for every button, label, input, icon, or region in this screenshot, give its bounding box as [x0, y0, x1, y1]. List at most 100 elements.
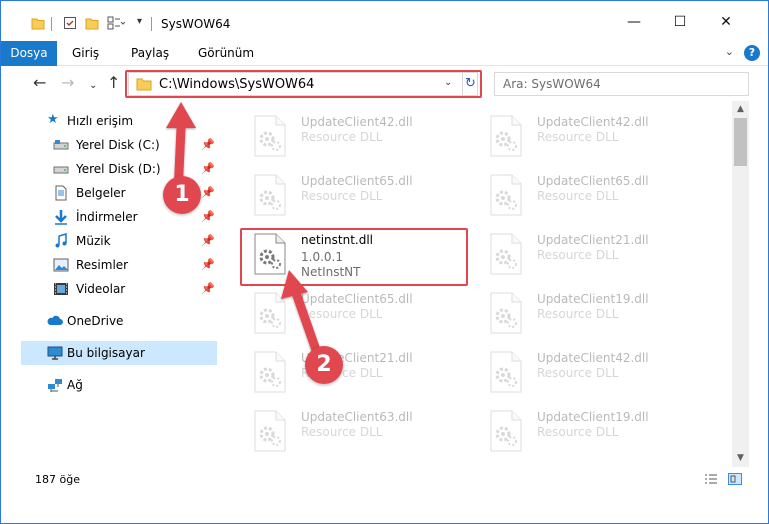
pin-icon[interactable]: 📌	[201, 138, 215, 151]
help-icon[interactable]: ?	[744, 45, 760, 61]
pin-icon[interactable]: 📌	[201, 258, 215, 271]
address-highlight	[125, 70, 482, 98]
expand-ribbon-icon[interactable]: ⌄	[725, 45, 734, 58]
nav-item-quick-access[interactable]: ★ Hızlı erişim	[21, 109, 217, 133]
tab-home[interactable]: Giriş	[72, 41, 99, 66]
pin-icon[interactable]: 📌	[201, 210, 215, 223]
nav-label: Resimler	[76, 258, 129, 272]
file-name: UpdateClient19.dll	[537, 292, 649, 306]
up-button[interactable]: ↑	[107, 75, 120, 91]
properties-icon[interactable]	[63, 16, 77, 30]
file-item[interactable]: UpdateClient19.dll Resource DLL	[475, 286, 705, 344]
nav-label: Ağ	[67, 378, 83, 392]
recent-locations-icon[interactable]: ⌄	[89, 78, 97, 94]
dll-file-icon	[254, 410, 286, 452]
file-name: UpdateClient65.dll	[301, 174, 413, 188]
separator	[151, 17, 152, 31]
scroll-down-icon[interactable]: ▼	[732, 450, 749, 467]
dll-file-icon	[490, 410, 522, 452]
window-title: SysWOW64	[161, 17, 231, 31]
file-description: Resource DLL	[537, 425, 619, 439]
file-item[interactable]: UpdateClient65.dll Resource DLL	[475, 168, 705, 226]
pin-icon[interactable]: 📌	[201, 162, 215, 175]
dll-file-icon	[490, 351, 522, 393]
selected-file-highlight	[240, 228, 468, 286]
nav-item-videos[interactable]: Videolar 📌	[21, 277, 217, 301]
nav-label: İndirmeler	[76, 210, 138, 224]
dll-file-icon	[254, 174, 286, 216]
file-description: Resource DLL	[301, 130, 383, 144]
nav-label: Belgeler	[76, 186, 126, 200]
forward-button[interactable]: →	[61, 75, 74, 91]
nav-label: Yerel Disk (D:)	[76, 162, 161, 176]
file-item[interactable]: UpdateClient19.dll Resource DLL	[475, 404, 705, 462]
file-item[interactable]: UpdateClient65.dll Resource DLL	[239, 168, 469, 226]
folder-icon	[31, 18, 45, 30]
file-name: UpdateClient42.dll	[537, 115, 649, 129]
pin-icon[interactable]: 📌	[201, 282, 215, 295]
explorer-window: ▾ SysWOW64 — ☐ ✕ Dosya Giriş Paylaş Görü…	[0, 0, 769, 524]
close-button[interactable]: ✕	[711, 13, 741, 33]
vertical-scrollbar[interactable]: ▲ ▼	[732, 101, 749, 467]
dll-file-icon	[490, 292, 522, 334]
file-name: UpdateClient65.dll	[301, 292, 413, 306]
nav-item-local-disk-c[interactable]: Yerel Disk (C:) 📌	[21, 133, 217, 157]
file-description: Resource DLL	[537, 130, 619, 144]
title-bar: ▾ SysWOW64 — ☐ ✕	[1, 1, 768, 41]
file-name: UpdateClient42.dll	[537, 351, 649, 365]
documents-icon	[55, 185, 67, 201]
pin-icon[interactable]: 📌	[201, 186, 215, 199]
tab-view[interactable]: Görünüm	[198, 41, 254, 66]
file-item[interactable]: UpdateClient63.dll Resource DLL	[239, 404, 469, 462]
file-item[interactable]: UpdateClient42.dll Resource DLL	[239, 109, 469, 167]
cloud-icon	[47, 315, 63, 325]
view-options-icon[interactable]	[107, 16, 125, 30]
scroll-thumb[interactable]	[734, 118, 747, 166]
nav-item-network[interactable]: Ağ	[21, 373, 217, 397]
pin-icon[interactable]: 📌	[201, 234, 215, 247]
item-count: 187 öğe	[35, 473, 80, 486]
search-input[interactable]: Ara: SysWOW64	[494, 72, 749, 96]
file-description: Resource DLL	[301, 189, 383, 203]
tab-share[interactable]: Paylaş	[131, 41, 169, 66]
file-item[interactable]: UpdateClient42.dll Resource DLL	[475, 109, 705, 167]
customize-toolbar-chevron-icon[interactable]: ▾	[137, 16, 142, 27]
dll-file-icon	[254, 351, 286, 393]
file-description: Resource DLL	[537, 248, 619, 262]
status-bar: 187 öğe	[1, 468, 768, 492]
file-item[interactable]: UpdateClient21.dll Resource DLL	[475, 227, 705, 285]
pictures-icon	[53, 258, 69, 272]
videos-icon	[54, 283, 68, 295]
file-name: UpdateClient63.dll	[301, 410, 413, 424]
file-description: Resource DLL	[537, 366, 619, 380]
tiles-view-icon[interactable]	[728, 473, 742, 485]
navigation-pane: ★ Hızlı erişim Yerel Disk (C:) 📌 Yerel D…	[21, 105, 217, 465]
dll-file-icon	[254, 115, 286, 157]
nav-label: Videolar	[76, 282, 126, 296]
nav-item-pictures[interactable]: Resimler 📌	[21, 253, 217, 277]
details-view-icon[interactable]	[704, 473, 718, 485]
maximize-button[interactable]: ☐	[665, 13, 695, 33]
nav-item-this-pc[interactable]: Bu bilgisayar	[21, 341, 217, 365]
new-folder-icon[interactable]	[85, 16, 99, 30]
computer-icon	[47, 346, 63, 360]
file-item[interactable]: UpdateClient42.dll Resource DLL	[475, 345, 705, 403]
nav-item-music[interactable]: Müzik 📌	[21, 229, 217, 253]
nav-label: Yerel Disk (C:)	[76, 138, 160, 152]
file-name: UpdateClient65.dll	[537, 174, 649, 188]
music-icon	[55, 233, 67, 248]
nav-item-onedrive[interactable]: OneDrive	[21, 309, 217, 333]
dll-file-icon	[490, 233, 522, 275]
callout-step-2: 2	[305, 346, 343, 384]
star-icon: ★	[47, 112, 59, 127]
address-row: ← → ⌄ ↑ C:\Windows\SysWOW64 ⌄ ↻ Ara: Sys…	[1, 67, 768, 101]
file-description: Resource DLL	[537, 189, 619, 203]
scroll-up-icon[interactable]: ▲	[732, 101, 749, 118]
dll-file-icon	[254, 292, 286, 334]
file-item[interactable]: UpdateClient21.dll Resource DLL	[239, 345, 469, 403]
back-button[interactable]: ←	[33, 75, 46, 91]
minimize-button[interactable]: —	[619, 13, 649, 33]
tab-file[interactable]: Dosya	[1, 41, 57, 66]
file-item[interactable]: UpdateClient65.dll Resource DLL	[239, 286, 469, 344]
network-icon	[48, 379, 62, 392]
